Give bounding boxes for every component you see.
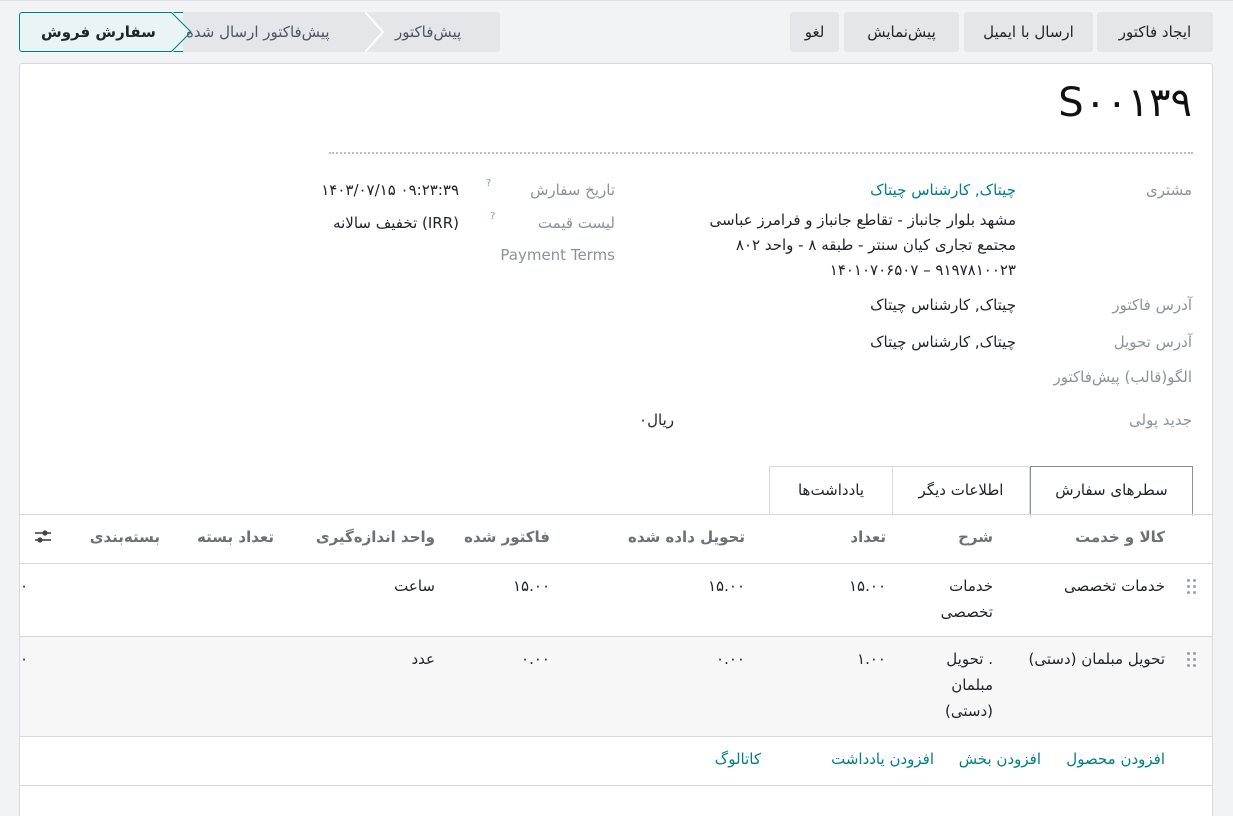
drag-handle-icon[interactable] [1187,652,1197,668]
column-header-uom[interactable]: واحد اندازه‌گیری [316,528,435,546]
add-note-link[interactable]: افزودن یادداشت [831,750,934,768]
order-date-label: تاریخ سفارش [530,181,615,199]
status-step-quotation-sent[interactable]: پیش‌فاکتور ارسال شده [186,12,330,52]
create-invoice-button[interactable]: ایجاد فاکتور [1097,12,1213,52]
help-icon[interactable]: ? [486,178,491,189]
catalog-link[interactable]: کاتالوگ [715,750,761,768]
invoiced-cell[interactable]: ۱۵.۰۰ [513,577,550,595]
currency-label: جدید پولی [1129,411,1192,429]
invoice-address-field[interactable]: چیتاک, کارشناس چیتاک [870,296,1016,314]
status-step-label: سفارش فروش [41,23,156,41]
product-link[interactable]: تحویل مبلمان (دستی) [1029,650,1165,668]
status-step-label: پیش‌فاکتور ارسال شده [186,23,330,41]
status-step-sale-order[interactable]: سفارش فروش [19,12,183,52]
customer-link[interactable]: چیتاک, کارشناس چیتاک [870,181,1016,199]
invoiced-cell[interactable]: ۰.۰۰ [521,650,550,668]
add-section-link[interactable]: افزودن بخش [959,750,1041,768]
cancel-button[interactable]: لغو [790,12,839,52]
help-icon[interactable]: ? [490,211,495,222]
column-header-product[interactable]: کالا و خدمت [1075,528,1165,546]
quantity-cell[interactable]: ۱۵.۰۰ [849,577,886,595]
tab-other-info[interactable]: اطلاعات دیگر [892,466,1030,515]
title-underline [329,152,1193,154]
description-line[interactable]: تخصصی [941,603,993,621]
row-divider [20,736,1212,737]
column-header-invoiced[interactable]: فاکتور شده [464,528,550,546]
drag-handle-icon[interactable] [1187,579,1197,595]
uom-cell[interactable]: عدد [411,650,435,668]
customer-label: مشتری [1146,181,1192,199]
customer-phones: ۱۴۰۱۰۷۰۶۵۰۷ – ۹۱۹۷۸۱۰۰۲۳ [829,261,1016,279]
send-email-button[interactable]: ارسال با ایمیل [964,12,1093,52]
pricelist-field[interactable]: تخفیف سالانه (IRR) [333,214,459,232]
product-link[interactable]: خدمات تخصصی [1064,577,1165,595]
invoice-address-label: آدرس فاکتور [1112,296,1192,314]
status-bar: سفارش فروش پیش‌فاکتور ارسال شده پیش‌فاکت… [19,12,500,52]
uom-cell[interactable]: ساعت [394,577,435,595]
column-header-package-qty[interactable]: تعداد بسته [197,528,274,546]
tab-notes[interactable]: یادداشت‌ها [769,466,893,515]
currency-field[interactable]: ۰ریال [639,411,674,429]
column-header-delivered[interactable]: تحویل داده شده [628,528,745,546]
table-bottom-divider [20,785,1212,786]
add-product-link[interactable]: افزودن محصول [1066,750,1165,768]
order-date-field[interactable]: ۱۴۰۳/۰۷/۱۵ ۰۹:۲۳:۳۹ [321,181,459,199]
quotation-template-label: الگو(قالب) پیش‌فاکتور [1053,368,1192,386]
description-line[interactable]: مبلمان [951,676,993,694]
form-sheet: S۰۰۱۳۹ مشتری چیتاک, کارشناس چیتاک مشهد ب… [19,63,1213,816]
optional-columns-toggle-icon[interactable] [34,528,52,546]
tab-order-lines[interactable]: سطرهای سفارش [1030,466,1193,516]
pricelist-label: لیست قیمت [537,214,615,232]
delivered-cell[interactable]: ۰.۰۰ [716,650,745,668]
preview-button[interactable]: پیش‌نمایش [844,12,959,52]
record-title: S۰۰۱۳۹ [1058,80,1192,126]
truncated-cell[interactable]: ۰ [20,650,28,668]
column-header-quantity[interactable]: تعداد [850,528,886,546]
top-border [0,0,1233,1]
column-header-description[interactable]: شرح [958,528,993,546]
description-line[interactable]: خدمات [949,577,993,595]
truncated-cell[interactable]: ۰ [20,577,28,595]
description-line[interactable]: (دستی) [945,702,993,720]
tab-divider [20,514,1212,515]
status-chevron [365,12,385,52]
delivery-address-label: آدرس تحویل [1113,333,1192,351]
table-header-divider [20,563,1212,564]
payment-terms-label: Payment Terms [500,246,615,264]
status-step-quotation[interactable]: پیش‌فاکتور [395,12,461,52]
column-header-packaging[interactable]: بسته‌بندی [90,528,160,546]
status-step-label: پیش‌فاکتور [395,23,462,41]
description-line[interactable]: تحویل . [946,650,993,668]
quantity-cell[interactable]: ۱.۰۰ [857,650,886,668]
customer-address-line2: مجتمع تجاری کیان سنتر - طبقه ۸ - واحد ۸۰… [735,236,1016,254]
delivery-address-field[interactable]: چیتاک, کارشناس چیتاک [870,333,1016,351]
delivered-cell[interactable]: ۱۵.۰۰ [708,577,745,595]
customer-address-line1: مشهد بلوار جانباز - تقاطع جانباز و فرامر… [709,211,1016,229]
